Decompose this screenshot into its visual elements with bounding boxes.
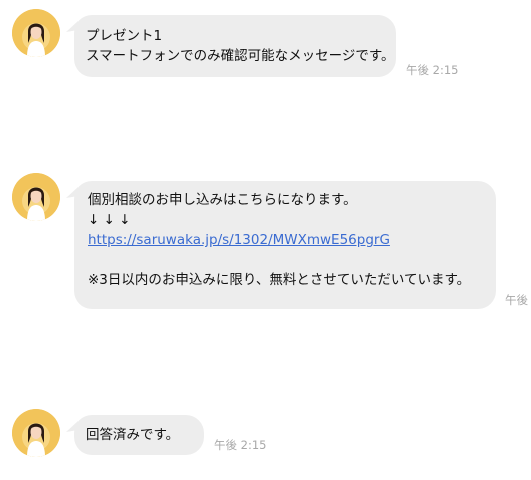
message-text: 個別相談のお申し込みはこちらになります。 bbox=[88, 192, 357, 208]
sender-avatar[interactable] bbox=[12, 173, 60, 221]
message-timestamp: 午後 2:15 bbox=[214, 438, 267, 452]
message-bubble[interactable]: 回答済みです。 bbox=[74, 415, 204, 455]
chat-thread: プレゼント1 スマートフォンでのみ確認可能なメッセージです。 午後 2:15 個… bbox=[0, 0, 531, 480]
sender-avatar[interactable] bbox=[12, 9, 60, 57]
message-timestamp: 午後 bbox=[505, 293, 528, 307]
message-text: プレゼント1 bbox=[86, 28, 163, 44]
signup-link[interactable]: https://saruwaka.jp/s/1302/MWXmwE56pgrG bbox=[88, 230, 484, 250]
sender-avatar[interactable] bbox=[12, 409, 60, 457]
person-avatar-icon bbox=[12, 173, 60, 221]
message-bubble[interactable]: プレゼント1 スマートフォンでのみ確認可能なメッセージです。 bbox=[74, 15, 396, 77]
message-text: スマートフォンでのみ確認可能なメッセージです。 bbox=[86, 48, 395, 64]
arrow-indicator: ↓ ↓ ↓ bbox=[88, 212, 131, 228]
message-note: ※3日以内のお申込みに限り、無料とさせていただいています。 bbox=[88, 272, 471, 288]
person-avatar-icon bbox=[12, 9, 60, 57]
person-avatar-icon bbox=[12, 409, 60, 457]
message-timestamp: 午後 2:15 bbox=[406, 63, 459, 77]
message-text: 回答済みです。 bbox=[86, 427, 180, 443]
message-bubble[interactable]: 個別相談のお申し込みはこちらになります。 ↓ ↓ ↓ https://saruw… bbox=[74, 181, 496, 309]
